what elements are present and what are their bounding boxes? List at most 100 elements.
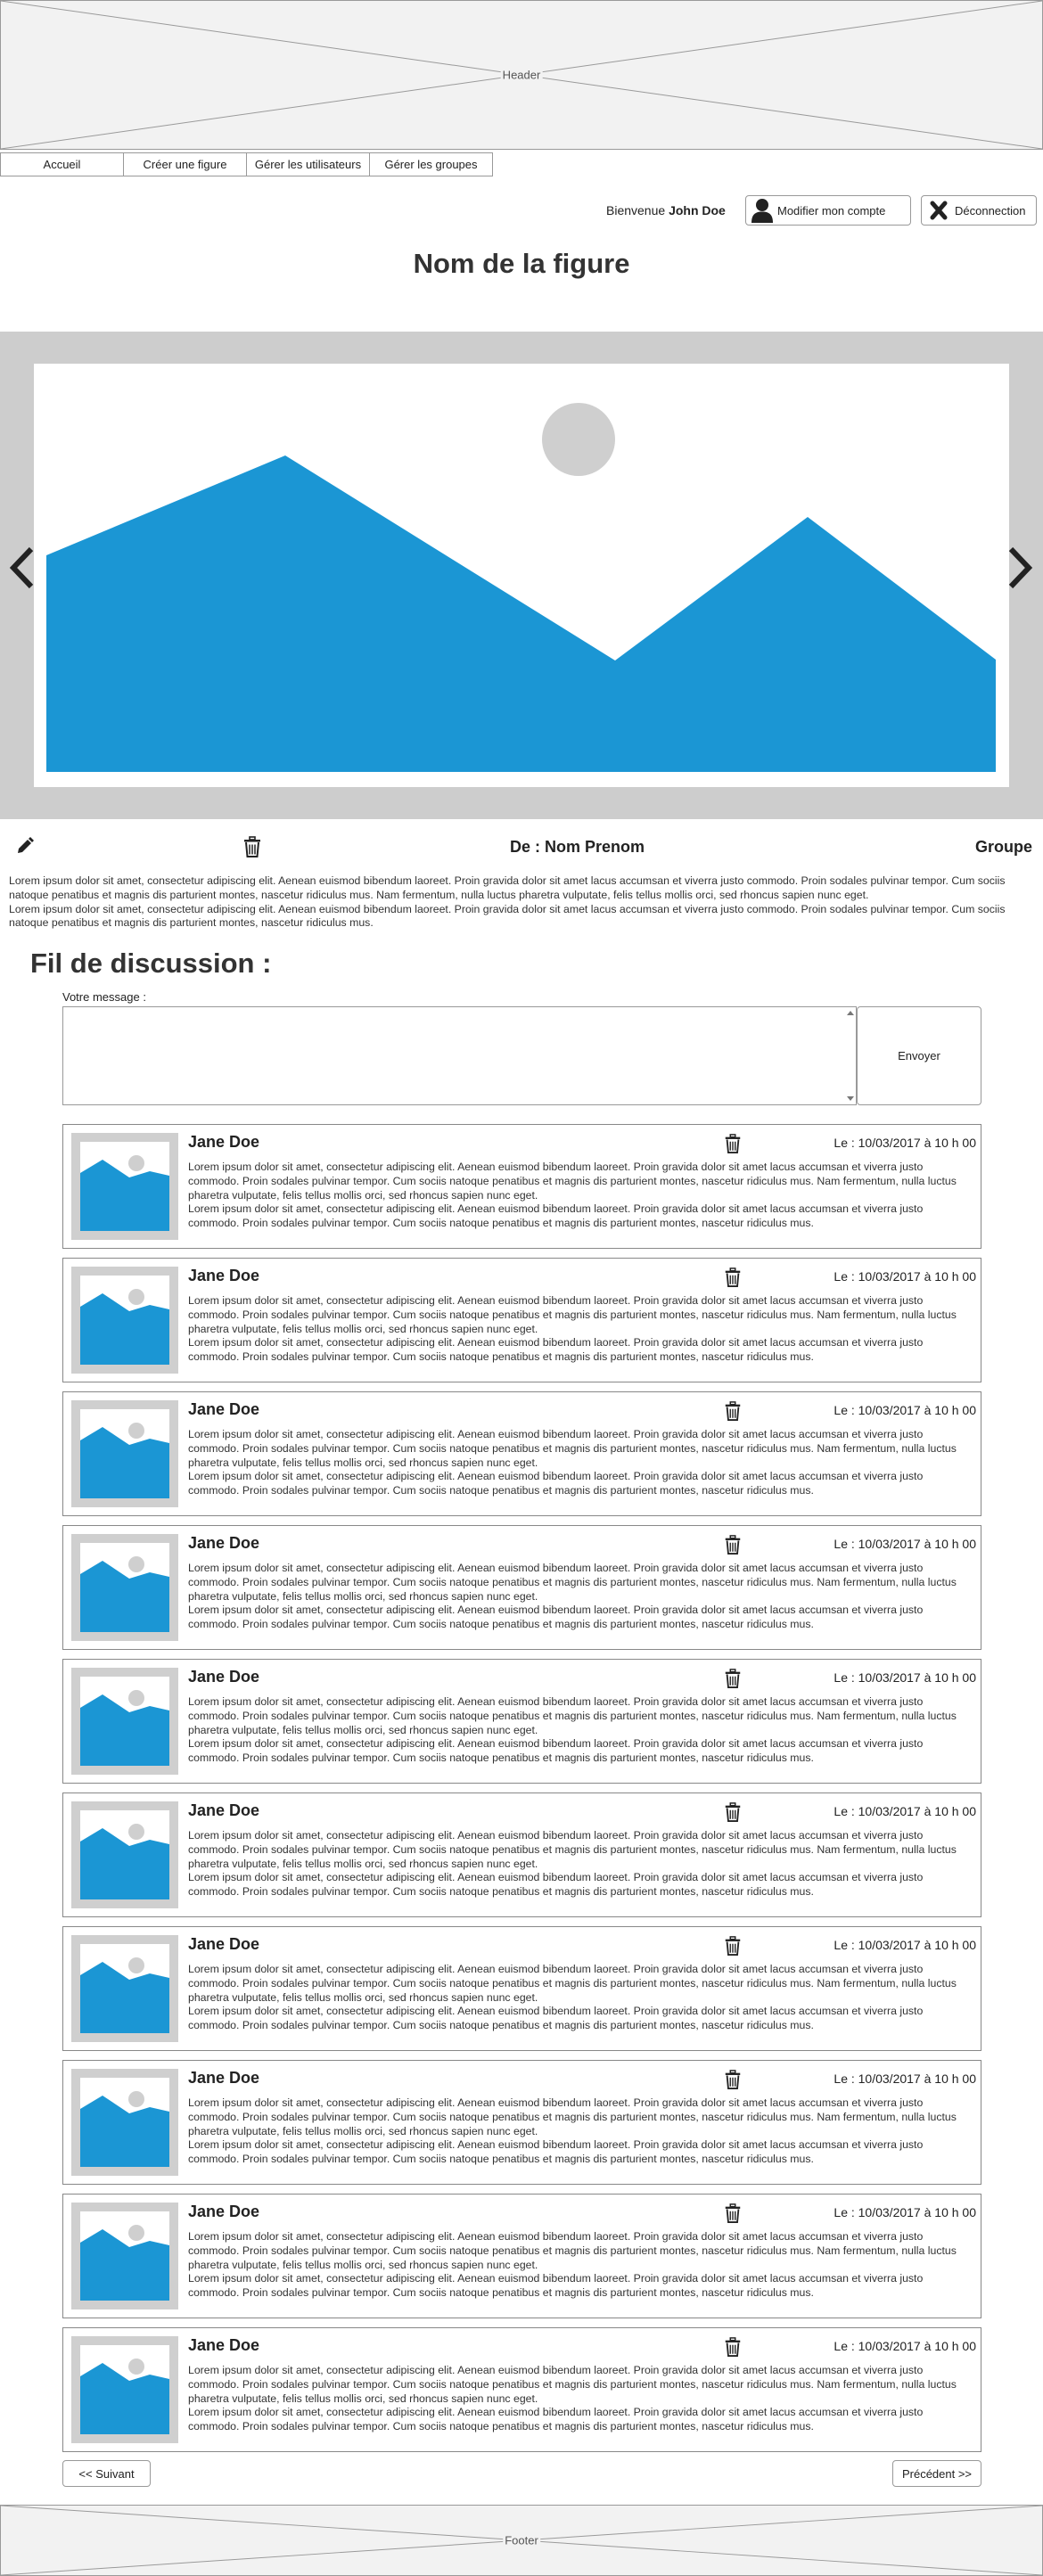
avatar [71, 1400, 178, 1507]
comment-date: Le : 10/03/2017 à 10 h 00 [834, 2071, 976, 2086]
comment-text: Lorem ipsum dolor sit amet, consectetur … [188, 1161, 977, 1231]
carousel-image [34, 364, 1009, 787]
comment-card: Jane Doe Le : 10/03/2017 à 10 h 00 Lorem i… [62, 2194, 981, 2318]
previous-page-button[interactable]: Précédent >> [892, 2460, 981, 2487]
comment-paragraph: Lorem ipsum dolor sit amet, consectetur … [188, 2005, 924, 2032]
message-textarea[interactable] [62, 1006, 857, 1105]
comment-text: Lorem ipsum dolor sit amet, consectetur … [188, 2230, 977, 2301]
figure-carousel [0, 332, 1043, 819]
comment-author: Jane Doe [188, 1935, 260, 1953]
comment-paragraph: Lorem ipsum dolor sit amet, consectetur … [188, 1336, 924, 1364]
comment-paragraph: Lorem ipsum dolor sit amet, consectetur … [188, 1695, 957, 1736]
avatar-image-icon [80, 1824, 169, 1899]
chevron-left-icon[interactable] [6, 546, 37, 590]
edit-account-label: Modifier mon compte [777, 203, 886, 217]
comment-card: Jane Doe Le : 10/03/2017 à 10 h 00 Lorem i… [62, 2060, 981, 2185]
trash-icon[interactable] [724, 2070, 742, 2089]
comment-paragraph: Lorem ipsum dolor sit amet, consectetur … [188, 1963, 957, 2004]
welcome-text: Bienvenue John Doe [606, 203, 726, 217]
comment-date: Le : 10/03/2017 à 10 h 00 [834, 1938, 976, 1952]
comment-paragraph: Lorem ipsum dolor sit amet, consectetur … [188, 1161, 957, 1202]
figure-title: Nom de la figure [413, 248, 630, 279]
logout-button[interactable]: Déconnection [921, 195, 1037, 226]
trash-icon[interactable] [724, 2337, 742, 2357]
comment-paragraph: Lorem ipsum dolor sit amet, consectetur … [188, 2138, 924, 2166]
message-scrollbar[interactable] [844, 1006, 857, 1105]
comment-paragraph: Lorem ipsum dolor sit amet, consectetur … [188, 1562, 957, 1603]
comment-date: Le : 10/03/2017 à 10 h 00 [834, 2339, 976, 2353]
comment-author: Jane Doe [188, 2336, 260, 2354]
comment-date: Le : 10/03/2017 à 10 h 00 [834, 1403, 976, 1417]
comment-text: Lorem ipsum dolor sit amet, consectetur … [188, 1562, 977, 1632]
trash-icon[interactable] [724, 1134, 742, 1153]
avatar [71, 1801, 178, 1908]
avatar-image-icon [80, 1556, 169, 1632]
nav-item-home[interactable]: Accueil [0, 152, 124, 176]
comment-date: Le : 10/03/2017 à 10 h 00 [834, 1269, 976, 1284]
trash-icon[interactable] [724, 1802, 742, 1822]
welcome-prefix: Bienvenue [606, 203, 666, 217]
comment-paragraph: Lorem ipsum dolor sit amet, consectetur … [188, 2272, 924, 2300]
comment-paragraph: Lorem ipsum dolor sit amet, consectetur … [188, 1202, 924, 1230]
avatar [71, 2069, 178, 2176]
message-label: Votre message : [62, 990, 146, 1004]
user-icon [751, 199, 773, 223]
footer-label: Footer [503, 2533, 540, 2547]
avatar-image-icon [80, 2359, 169, 2434]
comment-author: Jane Doe [188, 1400, 260, 1418]
pencil-icon[interactable] [14, 837, 36, 857]
logout-label: Déconnection [955, 203, 1026, 217]
avatar-image-icon [80, 1289, 169, 1365]
chevron-right-icon[interactable] [1006, 546, 1036, 590]
comment-text: Lorem ipsum dolor sit amet, consectetur … [188, 2364, 977, 2434]
comment-author: Jane Doe [188, 1801, 260, 1819]
comment-author: Jane Doe [188, 1534, 260, 1552]
edit-account-button[interactable]: Modifier mon compte [745, 195, 911, 226]
trash-icon[interactable] [724, 1535, 742, 1555]
comment-date: Le : 10/03/2017 à 10 h 00 [834, 1136, 976, 1150]
comment-paragraph: Lorem ipsum dolor sit amet, consectetur … [188, 2230, 957, 2271]
comment-card: Jane Doe Le : 10/03/2017 à 10 h 00 Lorem i… [62, 1525, 981, 1650]
comment-paragraph: Lorem ipsum dolor sit amet, consectetur … [188, 1428, 957, 1469]
comment-card: Jane Doe Le : 10/03/2017 à 10 h 00 Lorem i… [62, 1659, 981, 1784]
send-button[interactable]: Envoyer [857, 1006, 981, 1105]
comment-card: Jane Doe Le : 10/03/2017 à 10 h 00 Lorem i… [62, 1258, 981, 1382]
footer-placeholder: Footer [0, 2505, 1043, 2576]
comment-text: Lorem ipsum dolor sit amet, consectetur … [188, 1695, 977, 1766]
avatar-image-icon [80, 1957, 169, 2033]
figure-meta-row: De : Nom Prenom Groupe [0, 835, 1043, 858]
comment-text: Lorem ipsum dolor sit amet, consectetur … [188, 1428, 977, 1498]
avatar-image-icon [80, 1155, 169, 1231]
comment-paragraph: Lorem ipsum dolor sit amet, consectetur … [188, 1294, 957, 1335]
header-label: Header [500, 68, 543, 82]
avatar [71, 1267, 178, 1374]
comment-card: Jane Doe Le : 10/03/2017 à 10 h 00 Lorem i… [62, 1391, 981, 1516]
comment-card: Jane Doe Le : 10/03/2017 à 10 h 00 Lorem i… [62, 1793, 981, 1917]
scroll-arrows-icon [847, 1011, 854, 1101]
nav-item-manage-groups[interactable]: Gérer les groupes [369, 152, 493, 176]
trash-icon[interactable] [243, 836, 261, 857]
comment-text: Lorem ipsum dolor sit amet, consectetur … [188, 2096, 977, 2167]
discussion-title: Fil de discussion : [30, 948, 272, 979]
trash-icon[interactable] [724, 2203, 742, 2223]
comment-paragraph: Lorem ipsum dolor sit amet, consectetur … [188, 2096, 957, 2137]
avatar-image-icon [80, 1690, 169, 1766]
main-nav: Accueil Créer une figure Gérer les utili… [0, 152, 493, 176]
comment-card: Jane Doe Le : 10/03/2017 à 10 h 00 Lorem i… [62, 2327, 981, 2452]
trash-icon[interactable] [724, 1669, 742, 1688]
header-placeholder: Header [0, 0, 1043, 150]
comment-card: Jane Doe Le : 10/03/2017 à 10 h 00 Lorem i… [62, 1926, 981, 2051]
comment-author: Jane Doe [188, 1267, 260, 1284]
comment-author: Jane Doe [188, 2069, 260, 2087]
trash-icon[interactable] [724, 1936, 742, 1956]
avatar [71, 1133, 178, 1240]
trash-icon[interactable] [724, 1401, 742, 1421]
nav-item-create-figure[interactable]: Créer une figure [123, 152, 247, 176]
next-page-button[interactable]: << Suivant [62, 2460, 151, 2487]
nav-item-manage-users[interactable]: Gérer les utilisateurs [246, 152, 370, 176]
trash-icon[interactable] [724, 1267, 742, 1287]
comment-paragraph: Lorem ipsum dolor sit amet, consectetur … [188, 1470, 924, 1497]
avatar [71, 1935, 178, 2042]
comment-paragraph: Lorem ipsum dolor sit amet, consectetur … [188, 1604, 924, 1631]
welcome-username: John Doe [669, 203, 726, 217]
